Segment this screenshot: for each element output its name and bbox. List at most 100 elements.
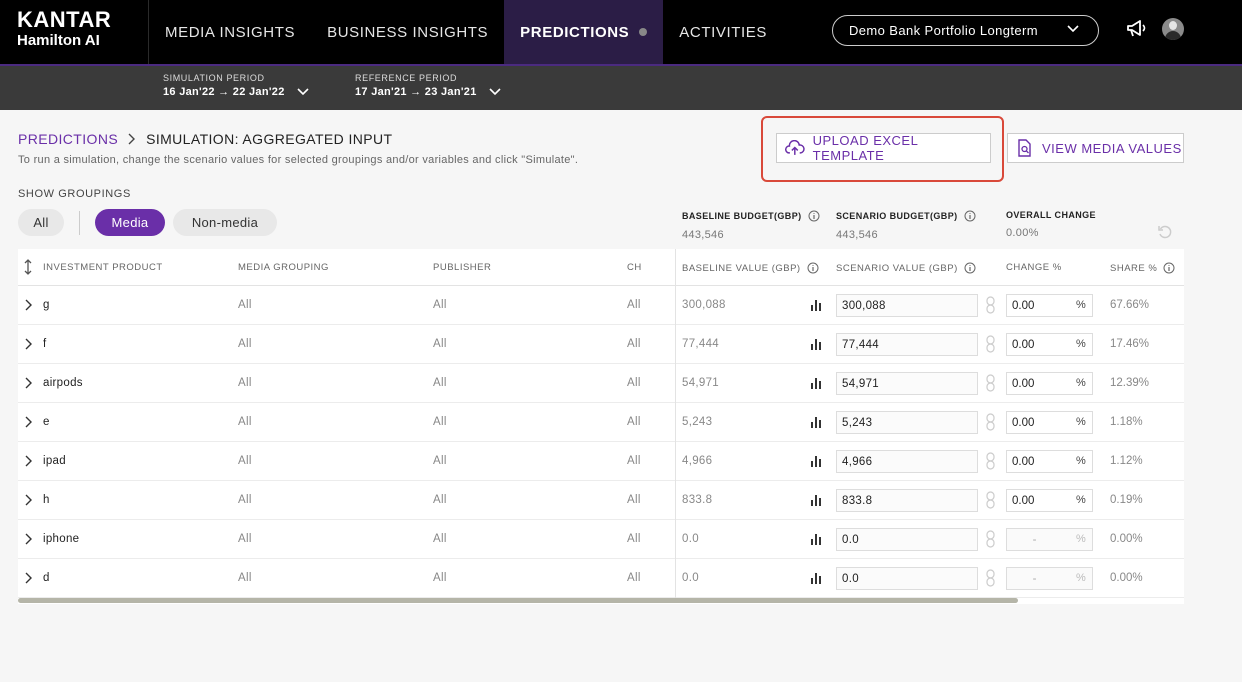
expand-chevron-icon[interactable]: [24, 493, 34, 507]
cell-ch: All: [627, 494, 641, 506]
cell-publisher: All: [433, 455, 447, 467]
scenario-value-input[interactable]: 54,971: [836, 372, 978, 395]
expand-chevron-icon[interactable]: [24, 298, 34, 312]
chevron-down-icon: [297, 88, 309, 96]
brand-product: Hamilton AI: [17, 32, 100, 49]
info-icon[interactable]: [807, 262, 819, 274]
info-icon[interactable]: [1163, 262, 1175, 274]
link-icon[interactable]: [986, 569, 995, 587]
header-scenario-value[interactable]: SCENARIO VALUE (GBP): [836, 262, 976, 274]
avatar[interactable]: [1162, 18, 1184, 40]
cell-share: 0.00%: [1110, 572, 1143, 584]
horizontal-scrollbar[interactable]: [18, 598, 1018, 603]
bar-chart-icon[interactable]: [811, 338, 821, 350]
bar-chart-icon[interactable]: [811, 377, 821, 389]
table-row: h All All All 833.8 833.8 0.00 % 0.19%: [18, 481, 1184, 520]
header-media-grouping[interactable]: MEDIA GROUPING: [238, 262, 329, 273]
scenario-budget: SCENARIO BUDGET(GBP) 443,546: [836, 210, 976, 241]
period-bar: SIMULATION PERIOD 16 Jan'22 → 22 Jan'22 …: [0, 64, 1242, 110]
cell-share: 0.19%: [1110, 494, 1143, 506]
baseline-budget-label: BASELINE BUDGET(GBP): [682, 211, 802, 221]
link-icon[interactable]: [986, 374, 995, 392]
expand-chevron-icon[interactable]: [24, 337, 34, 351]
instructions-text: To run a simulation, change the scenario…: [18, 154, 579, 166]
link-icon[interactable]: [986, 491, 995, 509]
scenario-value-input[interactable]: 5,243: [836, 411, 978, 434]
nav-label: PREDICTIONS: [520, 23, 630, 41]
header-share[interactable]: SHARE %: [1110, 262, 1175, 274]
reset-icon[interactable]: [1157, 224, 1173, 240]
expand-chevron-icon[interactable]: [24, 376, 34, 390]
info-icon[interactable]: [964, 210, 976, 222]
breadcrumb-predictions-link[interactable]: PREDICTIONS: [18, 131, 118, 147]
bar-chart-icon[interactable]: [811, 416, 821, 428]
cell-baseline-value: 77,444: [682, 338, 719, 350]
scenario-value-input[interactable]: 300,088: [836, 294, 978, 317]
brand-logo[interactable]: KANTAR Hamilton AI: [0, 0, 148, 64]
cell-ch: All: [627, 416, 641, 428]
header-change[interactable]: CHANGE %: [1006, 262, 1062, 273]
grouping-media-pill[interactable]: Media: [95, 209, 165, 236]
nav-media-insights[interactable]: MEDIA INSIGHTS: [149, 0, 311, 64]
cell-ch: All: [627, 572, 641, 584]
megaphone-icon[interactable]: [1126, 20, 1148, 38]
grouping-nonmedia-pill[interactable]: Non-media: [173, 209, 277, 236]
reference-period-selector[interactable]: REFERENCE PERIOD 17 Jan'21 → 23 Jan'21: [355, 73, 501, 98]
grouping-all-pill[interactable]: All: [18, 209, 64, 236]
cell-product: h: [43, 494, 50, 506]
bar-chart-icon[interactable]: [811, 572, 821, 584]
expand-chevron-icon[interactable]: [24, 454, 34, 468]
table-row: d All All All 0.0 0.0 - % 0.00%: [18, 559, 1184, 598]
header-baseline-value[interactable]: BASELINE VALUE (GBP): [682, 262, 819, 274]
scenario-value-input[interactable]: 4,966: [836, 450, 978, 473]
link-icon[interactable]: [986, 452, 995, 470]
bar-chart-icon[interactable]: [811, 299, 821, 311]
cell-media-grouping: All: [238, 455, 252, 467]
simulation-table: INVESTMENT PRODUCT MEDIA GROUPING PUBLIS…: [18, 249, 1184, 604]
nav-activities[interactable]: ACTIVITIES: [663, 0, 783, 64]
cell-publisher: All: [433, 416, 447, 428]
header-ch[interactable]: CH: [627, 262, 642, 273]
cell-product: f: [43, 338, 47, 350]
portfolio-dropdown[interactable]: Demo Bank Portfolio Longterm: [832, 15, 1099, 46]
scenario-value-input[interactable]: 0.0: [836, 567, 978, 590]
cell-share: 12.39%: [1110, 377, 1150, 389]
info-icon[interactable]: [808, 210, 820, 222]
bar-chart-icon[interactable]: [811, 494, 821, 506]
cell-share: 67.66%: [1110, 299, 1150, 311]
bar-chart-icon[interactable]: [811, 533, 821, 545]
reference-period-label: REFERENCE PERIOD: [355, 73, 458, 83]
link-icon[interactable]: [986, 335, 995, 353]
expand-chevron-icon[interactable]: [24, 532, 34, 546]
upload-excel-template-button[interactable]: UPLOAD EXCEL TEMPLATE: [776, 133, 991, 163]
header-publisher[interactable]: PUBLISHER: [433, 262, 491, 273]
link-icon[interactable]: [986, 530, 995, 548]
document-search-icon: [1018, 139, 1031, 157]
scenario-budget-value: 443,546: [836, 229, 878, 241]
view-media-values-button[interactable]: VIEW MEDIA VALUES: [1007, 133, 1184, 163]
percent-sign: %: [1076, 455, 1086, 467]
expand-chevron-icon[interactable]: [24, 571, 34, 585]
chevron-down-icon: [489, 88, 501, 96]
link-icon[interactable]: [986, 413, 995, 431]
cell-baseline-value: 54,971: [682, 377, 719, 389]
nav-predictions[interactable]: PREDICTIONS: [504, 0, 664, 64]
percent-sign: %: [1076, 377, 1086, 389]
cell-product: ipad: [43, 455, 66, 467]
sort-icon[interactable]: [23, 259, 33, 275]
cell-publisher: All: [433, 377, 447, 389]
column-divider: [675, 249, 676, 599]
header-label: SHARE %: [1110, 262, 1158, 274]
scenario-value-input[interactable]: 77,444: [836, 333, 978, 356]
bar-chart-icon[interactable]: [811, 455, 821, 467]
header-investment-product[interactable]: INVESTMENT PRODUCT: [43, 262, 163, 273]
info-icon[interactable]: [964, 262, 976, 274]
pill-label: Media: [111, 215, 149, 230]
nav-business-insights[interactable]: BUSINESS INSIGHTS: [311, 0, 504, 64]
cell-publisher: All: [433, 572, 447, 584]
link-icon[interactable]: [986, 296, 995, 314]
scenario-value-input[interactable]: 0.0: [836, 528, 978, 551]
expand-chevron-icon[interactable]: [24, 415, 34, 429]
simulation-period-selector[interactable]: SIMULATION PERIOD 16 Jan'22 → 22 Jan'22: [163, 73, 309, 98]
scenario-value-input[interactable]: 833.8: [836, 489, 978, 512]
